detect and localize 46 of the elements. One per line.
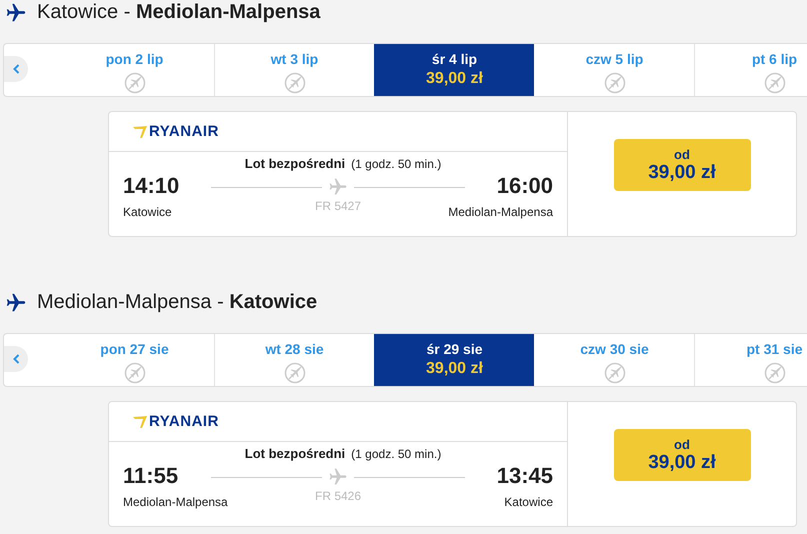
no-flight-icon (764, 72, 786, 94)
no-flight-icon (764, 362, 786, 384)
departure-city: Katowice (123, 205, 172, 219)
route-title: Mediolan-Malpensa - Katowice (37, 291, 318, 314)
date-tab[interactable]: czw 30 sie (534, 334, 694, 386)
date-tab[interactable]: śr 29 sie 39,00 zł (374, 334, 534, 386)
no-flight-icon (604, 362, 626, 384)
arrival-city: Katowice (504, 495, 553, 509)
harp-logo-icon (133, 416, 147, 428)
harp-logo-icon (133, 126, 147, 138)
arrival-time: 16:00 (496, 173, 553, 199)
airline-logo-text: RYANAIR (149, 413, 219, 430)
chevron-left-icon (12, 354, 20, 364)
no-flight-icon (284, 362, 306, 384)
flight-number: FR 5426 (314, 489, 362, 503)
plane-icon (328, 467, 348, 487)
date-tab[interactable]: pon 2 lip (54, 44, 214, 96)
airline-logo-text: RYANAIR (149, 123, 219, 140)
plane-icon (5, 292, 27, 314)
chevron-left-icon (12, 64, 20, 74)
plane-icon (328, 177, 348, 197)
no-flight-icon (604, 72, 626, 94)
flight-type: Lot bezpośredni (244, 156, 346, 171)
previous-dates-button[interactable] (4, 346, 28, 372)
arrival-time: 13:45 (496, 463, 553, 489)
date-tab[interactable]: śr 4 lip 39,00 zł (374, 44, 534, 96)
date-tab[interactable]: pon 27 sie (54, 334, 214, 386)
flight-number: FR 5427 (314, 199, 362, 213)
flight-duration: (1 godz. 50 min.) (351, 447, 442, 461)
price-button[interactable]: od 39,00 zł (614, 429, 750, 481)
departure-city: Mediolan-Malpensa (123, 495, 228, 509)
departure-time: 11:55 (123, 463, 178, 489)
date-tab[interactable]: pt 6 lip (694, 44, 807, 96)
no-flight-icon (124, 362, 146, 384)
arrival-city: Mediolan-Malpensa (448, 205, 553, 219)
no-flight-icon (284, 72, 306, 94)
date-tab[interactable]: czw 5 lip (534, 44, 694, 96)
departure-time: 14:10 (123, 173, 180, 199)
plane-icon (5, 2, 27, 24)
no-flight-icon (124, 72, 146, 94)
flight-type: Lot bezpośredni (244, 446, 346, 461)
flight-duration: (1 godz. 50 min.) (351, 157, 442, 171)
previous-dates-button[interactable] (4, 56, 28, 82)
price-button[interactable]: od 39,00 zł (614, 139, 750, 191)
route-title: Katowice - Mediolan-Malpensa (37, 1, 320, 24)
date-tab[interactable]: pt 31 sie (694, 334, 807, 386)
